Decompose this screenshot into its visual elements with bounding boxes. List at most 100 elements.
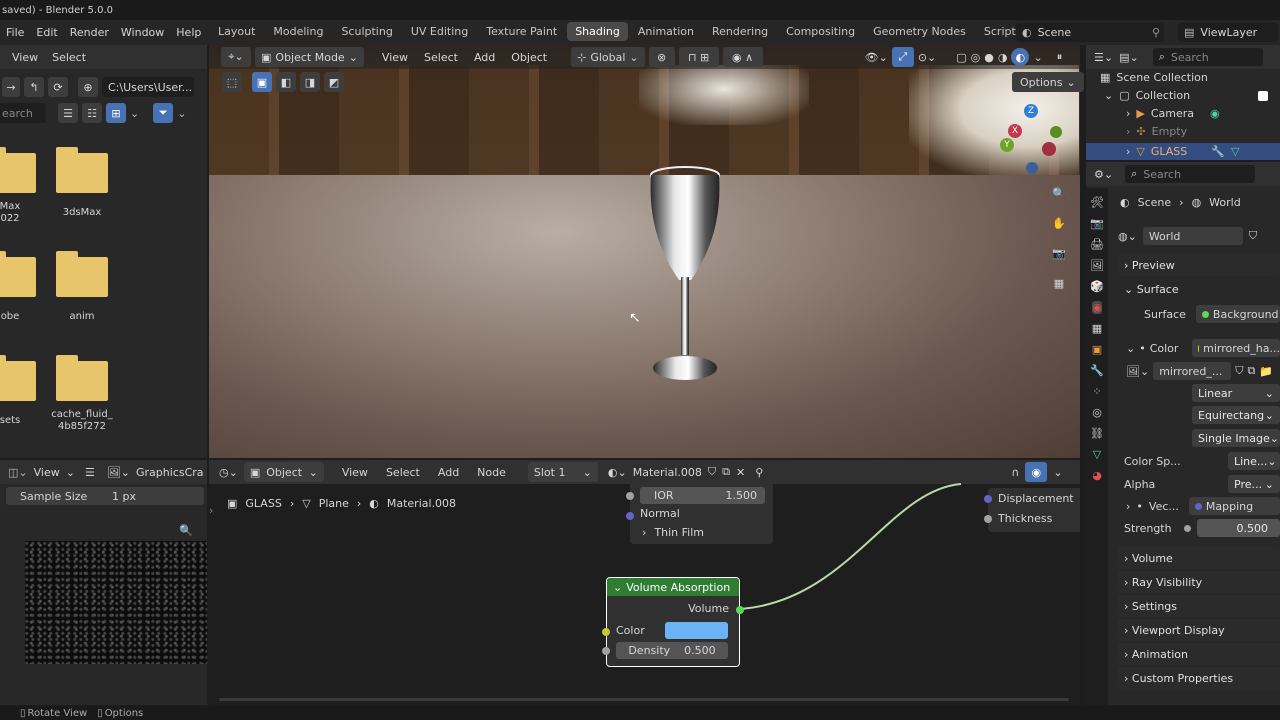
viewport-view-menu[interactable]: View xyxy=(376,51,414,64)
vector-value-field[interactable]: Mapping xyxy=(1188,497,1280,515)
image-editor-view-menu[interactable]: View xyxy=(34,466,60,479)
duplicate-icon[interactable]: ⧉ xyxy=(1247,364,1255,378)
density-field[interactable]: Density 0.500 xyxy=(616,642,728,659)
menu-window[interactable]: Window xyxy=(115,26,170,39)
chevron-down-icon[interactable]: ⌄ xyxy=(1126,342,1135,355)
outliner-row-collection[interactable]: ⌄ ▢ Collection xyxy=(1104,89,1276,102)
shading-material-icon[interactable]: ◑ xyxy=(998,51,1008,64)
viewport-select-menu[interactable]: Select xyxy=(418,51,464,64)
panel-animation[interactable]: › Animation xyxy=(1118,643,1280,665)
select-intersect-icon[interactable]: ◩ xyxy=(324,72,344,92)
outliner-search[interactable]: ⌕ Search xyxy=(1152,48,1263,66)
tab-uv-editing[interactable]: UV Editing xyxy=(403,22,476,41)
image-name[interactable]: GraphicsCra xyxy=(136,466,204,479)
expand-chevron-icon[interactable]: ⌄ xyxy=(1104,89,1113,102)
select-box-icon[interactable]: ▣ xyxy=(252,72,272,92)
color-swatch[interactable] xyxy=(665,622,728,639)
gizmo-neg-y[interactable] xyxy=(1050,126,1062,138)
panel-viewport-display[interactable]: › Viewport Display xyxy=(1118,619,1280,641)
camera-view-icon[interactable]: 📷 xyxy=(1048,242,1070,264)
world-name-field[interactable]: World xyxy=(1142,227,1243,245)
select-extend-icon[interactable]: ◧ xyxy=(276,72,296,92)
physics-tab-icon[interactable]: ◎ xyxy=(1092,406,1102,419)
panel-custom-properties[interactable]: › Custom Properties xyxy=(1118,667,1280,689)
panel-volume[interactable]: › Volume xyxy=(1118,547,1280,569)
properties-search[interactable]: ⌕ Search xyxy=(1125,165,1256,183)
modifier-tab-icon[interactable]: 🔧 xyxy=(1090,364,1104,377)
viewport-object-menu[interactable]: Object xyxy=(505,51,553,64)
transform-orientation-dropdown[interactable]: ⊹ Global ⌄ xyxy=(571,47,645,67)
gizmo-z-axis[interactable]: Z xyxy=(1024,104,1038,118)
strength-field[interactable]: 0.500 xyxy=(1196,519,1280,537)
image-preview[interactable] xyxy=(25,541,207,664)
hamburger-icon[interactable]: ☰ xyxy=(85,466,95,479)
sample-size-field[interactable]: Sample Size 1 px xyxy=(6,487,204,505)
folder-item[interactable]: 3dsMax xyxy=(50,147,114,218)
filter-dropdown-icon[interactable]: ⌄ xyxy=(177,107,186,120)
render-tab-icon[interactable]: 📷 xyxy=(1090,217,1104,230)
select-tool-icon[interactable]: ⬚ xyxy=(222,72,242,92)
viewport-add-menu[interactable]: Add xyxy=(468,51,501,64)
node-editor-scrollbar[interactable] xyxy=(219,698,1069,701)
node-editor[interactable]: ◷⌄ ▣ Object ⌄ View Select Add Node Slot … xyxy=(209,460,1080,705)
shading-dropdown-icon[interactable]: ⌄ xyxy=(1033,51,1042,64)
proportional-edit-icon[interactable]: ◉ ∧ xyxy=(722,47,763,67)
menu-help[interactable]: Help xyxy=(170,26,207,39)
alpha-dropdown[interactable]: Pre... ⌄ xyxy=(1228,475,1280,493)
outliner-row-glass[interactable]: › ▽ GLASS 🔧 ▽ xyxy=(1086,143,1280,160)
density-input-socket[interactable] xyxy=(602,647,610,655)
tab-texture-paint[interactable]: Texture Paint xyxy=(478,22,565,41)
refresh-icon[interactable]: ⟳ xyxy=(48,77,68,97)
outliner-row-empty[interactable]: › ✣ Empty xyxy=(1126,125,1276,138)
filter-icon[interactable]: ⏷ xyxy=(153,103,174,123)
chevron-right-icon[interactable]: › xyxy=(1126,500,1130,513)
snap-icon[interactable]: ⊓ ⊞ xyxy=(678,47,719,67)
tab-modeling[interactable]: Modeling xyxy=(265,22,331,41)
gizmo-x-axis[interactable]: X xyxy=(1008,124,1022,138)
tool-tab-icon[interactable]: 🛠 xyxy=(1090,196,1104,209)
image-name-field[interactable]: mirrored_... xyxy=(1153,362,1232,380)
folder-icon[interactable]: 📁 xyxy=(1259,365,1273,378)
source-dropdown[interactable]: Single Image ⌄ xyxy=(1192,429,1280,447)
shield-icon[interactable]: ⛉ xyxy=(1249,229,1257,243)
folder-item[interactable]: Max 022 xyxy=(0,147,42,225)
overlay-icon[interactable]: ⊙⌄ xyxy=(918,51,936,64)
properties-type-icon[interactable]: ⚙⌄ xyxy=(1094,168,1113,181)
color-input-socket[interactable] xyxy=(602,628,610,636)
gizmo-neg-x[interactable] xyxy=(1042,142,1056,156)
tab-animation[interactable]: Animation xyxy=(630,22,702,41)
image-selector[interactable]: 🖼⌄ mirrored_... ⛉ ⧉ 📁 xyxy=(1126,361,1280,381)
object-tab-icon[interactable]: ▣ xyxy=(1092,343,1102,356)
pivot-icon[interactable]: ⊗ xyxy=(648,47,675,67)
expand-chevron-icon[interactable]: › xyxy=(1126,107,1130,120)
editor-type-icon[interactable]: ⌖⌄ xyxy=(221,47,251,67)
tab-layout[interactable]: Layout xyxy=(210,22,263,41)
file-browser-select-menu[interactable]: Select xyxy=(52,51,86,64)
visibility-icon[interactable]: 👁⌄ xyxy=(865,51,888,64)
image-icon[interactable]: 🖼⌄ xyxy=(107,466,130,479)
list-vertical-icon[interactable]: ☰ xyxy=(58,103,78,123)
xray-icon[interactable]: ▢ xyxy=(956,51,966,64)
folder-item[interactable]: obe xyxy=(0,251,42,322)
gizmo-neg-z[interactable] xyxy=(1026,162,1038,174)
pause-icon[interactable]: ⏸ xyxy=(1057,50,1063,64)
volume-output-socket[interactable] xyxy=(736,606,744,614)
scene-tab-icon[interactable]: 🎲 xyxy=(1090,280,1104,293)
outliner-row-scene-collection[interactable]: ▦ Scene Collection xyxy=(1100,71,1208,84)
view-layer-tab-icon[interactable]: 🖼 xyxy=(1090,259,1104,272)
thumbnails-icon[interactable]: ⊞ xyxy=(106,103,126,123)
collapse-chevron-icon[interactable]: ⌄ xyxy=(613,581,622,594)
bookmark-icon[interactable]: ⊕ xyxy=(78,77,98,97)
interpolation-dropdown[interactable]: Linear ⌄ xyxy=(1192,384,1280,402)
pin-icon[interactable]: ⚲ xyxy=(1152,26,1160,39)
file-search-input[interactable]: earch xyxy=(0,103,46,123)
object-mode-dropdown[interactable]: ▣ Object Mode ⌄ xyxy=(255,47,364,67)
expand-chevron-icon[interactable]: › xyxy=(1126,145,1130,158)
volume-absorption-header[interactable]: ⌄ Volume Absorption xyxy=(607,578,739,596)
file-browser-view-menu[interactable]: View xyxy=(12,51,38,64)
perspective-grid-icon[interactable]: ▦ xyxy=(1048,272,1070,294)
shield-icon[interactable]: ⛉ xyxy=(1235,364,1243,378)
folder-item[interactable]: cache_fluid_ 4b85f272 xyxy=(50,355,114,433)
shading-rendered-icon[interactable]: ◐ xyxy=(1011,48,1030,66)
display-mode-icon[interactable]: ▤⌄ xyxy=(1119,51,1139,64)
